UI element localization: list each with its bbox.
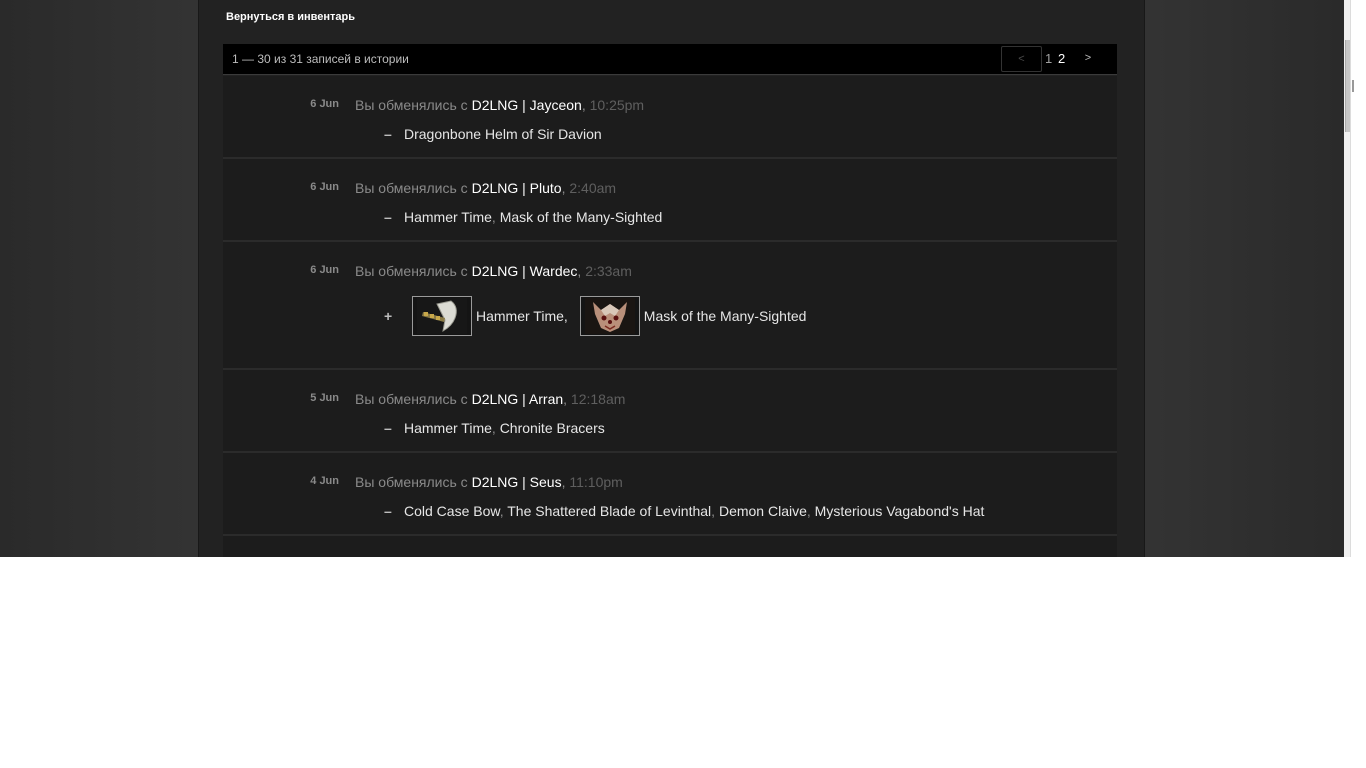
trade-prefix: Вы обменялись с xyxy=(355,180,472,196)
items-lost-sign: – xyxy=(384,126,392,142)
separator: , xyxy=(577,263,582,279)
trade-date: 5 Jun xyxy=(310,392,339,404)
item-name[interactable]: Mask of the Many-Sighted xyxy=(500,209,663,225)
trade-date: 4 Jun xyxy=(310,475,339,487)
trade-headline: Вы обменялись с D2LNG | Wardec, 2:33am xyxy=(355,263,632,279)
trade-headline: Вы обменялись с D2LNG | Arran, 12:18am xyxy=(355,391,625,407)
trade-partner-link[interactable]: D2LNG | Arran xyxy=(472,391,564,407)
trade-prefix: Вы обменялись с xyxy=(355,263,472,279)
item-name[interactable]: Cold Case Bow xyxy=(404,503,500,519)
history-row: 6 Jun Вы обменялись с D2LNG | Pluto, 2:4… xyxy=(223,159,1117,242)
separator: , xyxy=(581,97,586,113)
pagination-bar: 1 — 30 из 31 записей в истории < 1 2 > xyxy=(223,44,1117,75)
item-name[interactable]: The Shattered Blade of Levinthal xyxy=(507,503,711,519)
item-name[interactable]: Hammer Time, xyxy=(476,308,568,324)
trade-time: 2:33am xyxy=(585,263,632,279)
trade-partner-link[interactable]: D2LNG | Pluto xyxy=(472,180,562,196)
item-name[interactable]: Dragonbone Helm of Sir Davion xyxy=(404,126,602,142)
item-separator: , xyxy=(491,209,500,225)
trade-prefix: Вы обменялись с xyxy=(355,474,472,490)
traded-items-line: – Cold Case Bow, The Shattered Blade of L… xyxy=(384,503,984,519)
item-name[interactable]: Chronite Bracers xyxy=(500,420,605,436)
history-row: 6 Jun Вы обменялись с D2LNG | Jayceon, 1… xyxy=(223,76,1117,159)
traded-items-line: – Hammer Time, Mask of the Many-Sighted xyxy=(384,209,662,225)
page-link-1[interactable]: 1 xyxy=(1045,51,1052,66)
trade-time: 12:18am xyxy=(570,391,626,407)
page-viewport: Вернуться в инвентарь 1 — 30 из 31 запис… xyxy=(0,0,1344,557)
trade-headline: Вы обменялись с D2LNG | Pluto, 2:40am xyxy=(355,180,616,196)
history-row: 4 Jun Вы обменялись с D2LNG | Seus, 11:1… xyxy=(223,453,1117,536)
history-row: 6 Jun Вы обменялись с D2LNG | Wardec, 2:… xyxy=(223,242,1117,370)
traded-items-line: – Dragonbone Helm of Sir Davion xyxy=(384,126,602,142)
trade-time: 11:10pm xyxy=(569,474,623,490)
trade-history-list: 6 Jun Вы обменялись с D2LNG | Jayceon, 1… xyxy=(223,76,1117,557)
back-to-inventory-link[interactable]: Вернуться в инвентарь xyxy=(226,11,355,23)
items-lost-sign: – xyxy=(384,209,392,225)
separator: , xyxy=(563,391,568,407)
edge-marker xyxy=(1352,80,1354,92)
trade-partner-link[interactable]: D2LNG | Wardec xyxy=(472,263,578,279)
item-name[interactable]: Mysterious Vagabond's Hat xyxy=(815,503,985,519)
history-row xyxy=(223,536,1117,557)
page-current-2: 2 xyxy=(1058,51,1066,66)
trade-headline: Вы обменялись с D2LNG | Seus, 11:10pm xyxy=(355,474,623,490)
pagination-summary: 1 — 30 из 31 записей в истории xyxy=(232,52,409,66)
history-row: 5 Jun Вы обменялись с D2LNG | Arran, 12:… xyxy=(223,370,1117,453)
trade-prefix: Вы обменялись с xyxy=(355,97,472,113)
trade-partner-link[interactable]: D2LNG | Seus xyxy=(472,474,562,490)
item-separator: , xyxy=(806,503,815,519)
items-lost-sign: – xyxy=(384,503,392,519)
next-page-button[interactable]: > xyxy=(1075,50,1101,66)
item-name[interactable]: Hammer Time xyxy=(404,420,492,436)
trade-prefix: Вы обменялись с xyxy=(355,391,472,407)
prev-page-button[interactable]: < xyxy=(1001,46,1042,72)
item-name[interactable]: Demon Claive xyxy=(719,503,807,519)
trade-headline: Вы обменялись с D2LNG | Jayceon, 10:25pm xyxy=(355,97,644,113)
item-name[interactable]: Mask of the Many-Sighted xyxy=(644,308,807,324)
items-gained-sign: + xyxy=(384,308,393,324)
trade-partner-link[interactable]: D2LNG | Jayceon xyxy=(472,97,582,113)
traded-items-with-icons: + Hammer Time, Mask of the Many-Sighted xyxy=(384,295,806,337)
trade-history-panel: Вернуться в инвентарь 1 — 30 из 31 запис… xyxy=(198,0,1145,557)
trade-date: 6 Jun xyxy=(310,181,339,193)
item-name[interactable]: Hammer Time xyxy=(404,209,492,225)
trade-time: 2:40am xyxy=(569,180,617,196)
trade-time: 10:25pm xyxy=(589,97,645,113)
trade-date: 6 Jun xyxy=(310,264,339,276)
trade-date: 6 Jun xyxy=(310,98,339,110)
traded-items-line: – Hammer Time, Chronite Bracers xyxy=(384,420,605,436)
items-lost-sign: – xyxy=(384,420,392,436)
item-separator: , xyxy=(491,420,500,436)
separator: , xyxy=(561,474,566,490)
item-separator: , xyxy=(711,503,719,519)
axe-icon[interactable] xyxy=(412,296,472,336)
separator: , xyxy=(561,180,566,196)
mask-icon[interactable] xyxy=(579,296,640,336)
